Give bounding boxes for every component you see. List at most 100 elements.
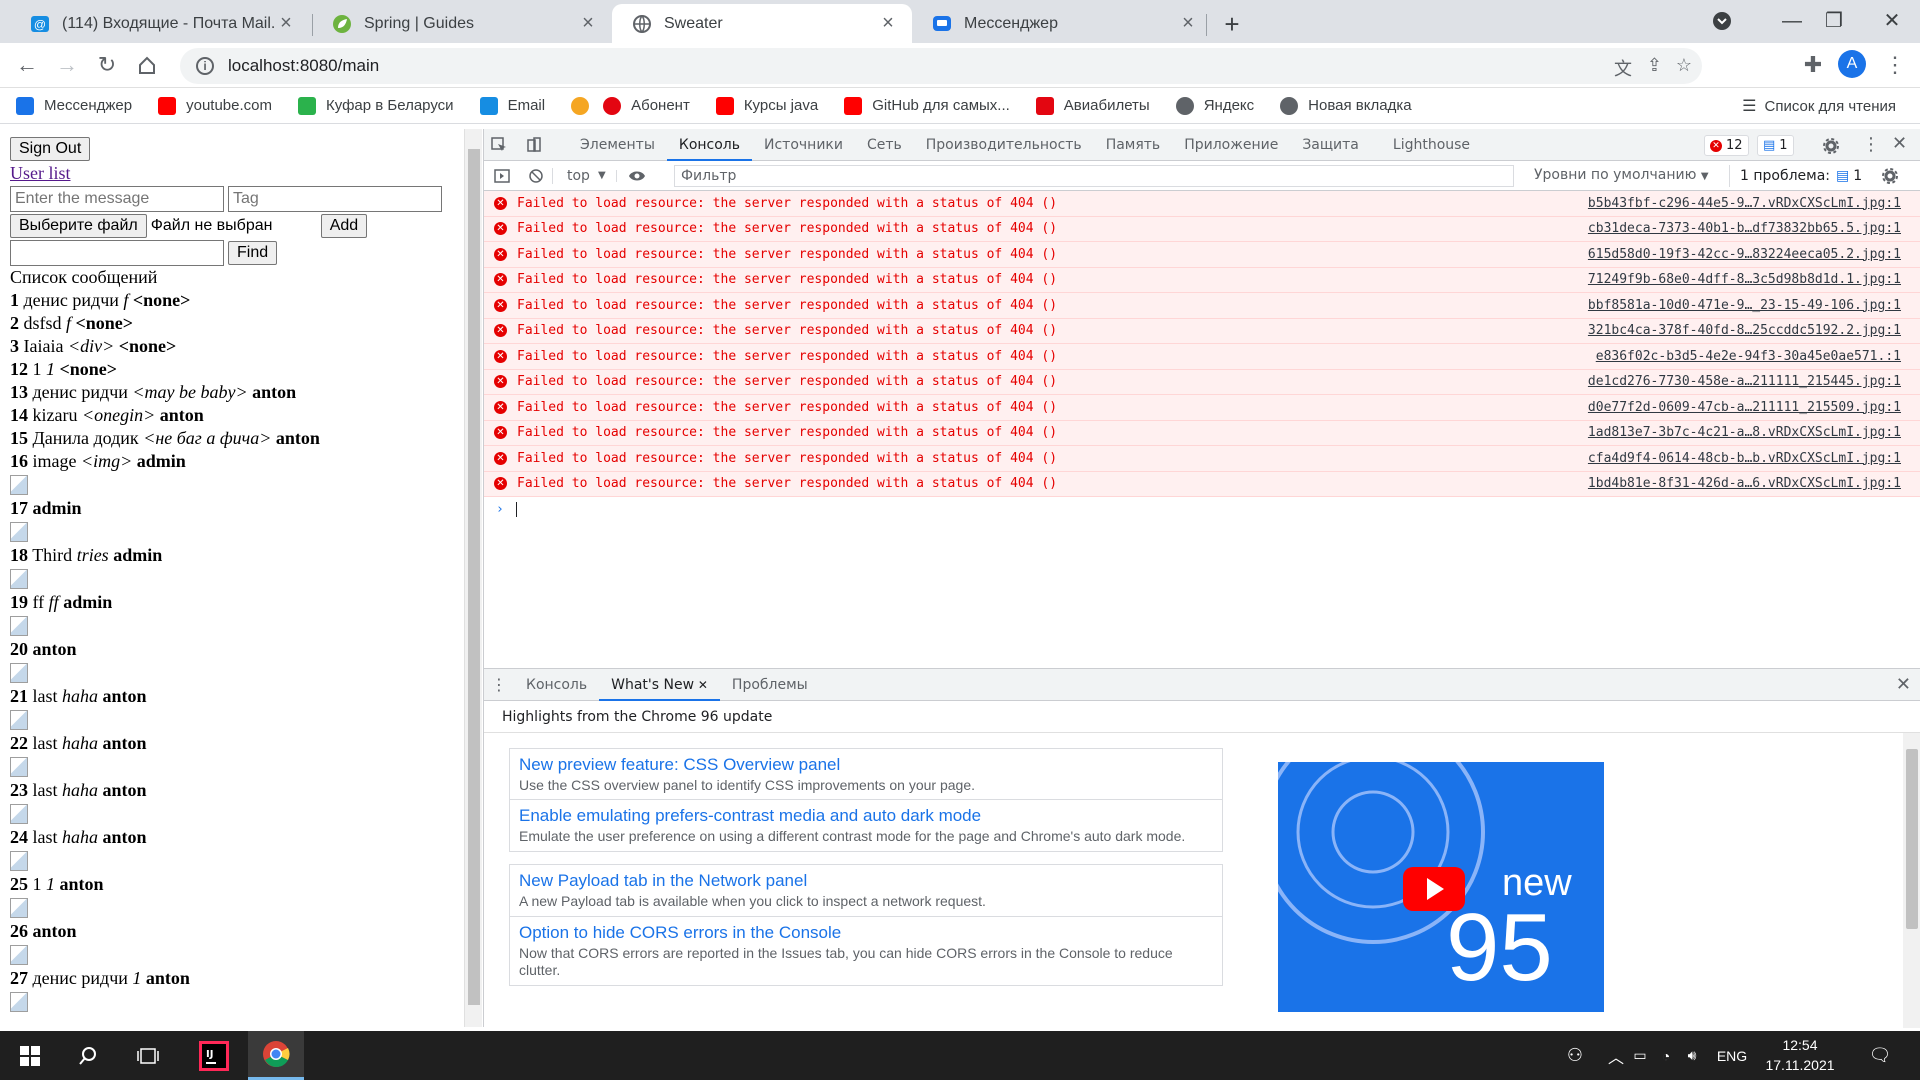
error-source-link[interactable]: 1bd4b81e-8f31-426d-a…6.vRDxCXScLmI.jpg:1 [1588, 476, 1901, 491]
error-source-link[interactable]: de1cd276-7730-458e-a…211111_215445.jpg:1 [1588, 374, 1901, 389]
home-icon[interactable] [132, 50, 162, 80]
drawer-tab[interactable]: Проблемы [720, 669, 820, 701]
find-button[interactable]: Find [228, 241, 278, 265]
close-tab-icon[interactable]: × [878, 12, 898, 35]
minimize-button[interactable]: — [1772, 6, 1812, 36]
language-indicator[interactable]: ENG [1710, 1031, 1754, 1080]
choose-file-button[interactable]: Выберите файл [10, 214, 147, 238]
error-source-link[interactable]: b5b43fbf-c296-44e5-9…7.vRDxCXScLmI.jpg:1 [1588, 196, 1901, 211]
devtools-tab[interactable]: Защита [1290, 129, 1371, 161]
bookmark-new-tab[interactable]: Новая вкладка [1280, 96, 1412, 115]
error-source-link[interactable]: 1ad813e7-3b7c-4c21-a…8.vRDxCXScLmI.jpg:1 [1588, 425, 1901, 440]
whats-new-card[interactable]: New preview feature: CSS Overview panel U… [509, 748, 1223, 801]
task-view-icon[interactable] [124, 1031, 172, 1080]
devtools-tab[interactable]: Консоль [666, 129, 752, 161]
inspect-element-icon[interactable] [484, 136, 514, 153]
devtools-tab[interactable]: Источники [752, 129, 855, 161]
wifi-icon[interactable]: ◔ [1654, 1031, 1678, 1080]
console-error-row[interactable]: ✕ Failed to load resource: the server res… [484, 318, 1920, 344]
translate-icon[interactable]: 文 [1614, 55, 1632, 81]
sign-out-button[interactable]: Sign Out [10, 137, 91, 161]
bookmark-github[interactable]: GitHub для самых... [844, 96, 1010, 115]
bookmark-face[interactable] [571, 96, 590, 115]
console-error-row[interactable]: ✕ Failed to load resource: the server res… [484, 293, 1920, 319]
tab-mail[interactable]: @ (114) Входящие - Почта Mail.ru × [10, 4, 310, 43]
system-clock[interactable]: 12:54 17.11.2021 [1760, 1035, 1840, 1075]
message-input[interactable] [10, 186, 224, 212]
intellij-idea-icon[interactable]: IJ [188, 1031, 240, 1080]
extensions-icon[interactable]: ✚ [1798, 50, 1828, 80]
bookmark-kufar[interactable]: Куфар в Беларуси [298, 96, 454, 115]
live-expression-eye-icon[interactable] [616, 169, 656, 182]
more-options-icon[interactable]: ⋮ [1862, 134, 1880, 155]
devtools-tab[interactable]: Lighthouse [1381, 129, 1482, 161]
clear-console-icon[interactable] [520, 168, 552, 184]
context-selector[interactable]: top ▼ [552, 167, 616, 184]
search-icon[interactable] [64, 1031, 112, 1080]
console-error-row[interactable]: ✕ Failed to load resource: the server res… [484, 446, 1920, 472]
bookmark-aviatickets[interactable]: Авиабилеты [1035, 96, 1150, 115]
scrollbar-thumb[interactable] [1906, 749, 1918, 929]
forward-icon[interactable]: → [52, 50, 82, 80]
restore-button[interactable]: ❐ [1814, 6, 1854, 36]
bookmark-yandex[interactable]: Яндекс [1175, 96, 1254, 115]
people-icon[interactable]: ⚇ [1560, 1031, 1590, 1080]
error-source-link[interactable]: e836f02c-b3d5-4e2e-94f3-30a45e0ae571.:1 [1596, 349, 1901, 364]
error-source-link[interactable]: 321bc4ca-378f-40fd-8…25ccddc5192.2.jpg:1 [1588, 323, 1901, 338]
console-error-row[interactable]: ✕ Failed to load resource: the server res… [484, 471, 1920, 497]
sidebar-toggle-icon[interactable] [484, 168, 520, 184]
menu-icon[interactable]: ⋮ [1880, 50, 1910, 80]
volume-icon[interactable]: 🔊︎ [1680, 1031, 1704, 1080]
user-list-link[interactable]: User list [10, 163, 71, 183]
console-error-row[interactable]: ✕ Failed to load resource: the server res… [484, 369, 1920, 395]
show-hidden-icons[interactable]: ︿ [1604, 1031, 1628, 1080]
close-tab-icon[interactable]: × [1178, 12, 1198, 35]
drawer-scrollbar[interactable] [1903, 733, 1920, 1028]
issues-counter[interactable]: 1 проблема: ▤ 1 [1729, 165, 1862, 187]
error-source-link[interactable]: cfa4d9f4-0614-48cb-b…b.vRDxCXScLmI.jpg:1 [1588, 451, 1901, 466]
bookmark-abonent[interactable]: Абонент [603, 96, 690, 115]
error-source-link[interactable]: cb31deca-7373-40b1-b…df73832bb65.5.jpg:1 [1588, 221, 1901, 236]
drawer-tab[interactable]: Консоль [514, 669, 599, 701]
console-error-row[interactable]: ✕ Failed to load resource: the server res… [484, 216, 1920, 242]
new-tab-button[interactable]: + [1217, 9, 1247, 40]
filter-input[interactable] [10, 240, 224, 266]
reload-icon[interactable]: ↻ [92, 50, 122, 80]
bookmark-java-courses[interactable]: Курсы java [715, 96, 818, 115]
address-bar[interactable]: i localhost:8080/main 文 ⇪ ☆ [180, 48, 1702, 84]
page-scrollbar[interactable] [464, 129, 482, 1027]
tag-input[interactable] [228, 186, 442, 212]
devtools-tab[interactable]: Память [1094, 129, 1173, 161]
reading-list-button[interactable]: ☰ Список для чтения [1742, 96, 1896, 116]
tab-messenger[interactable]: Мессенджер × [912, 4, 1212, 43]
tab-search-icon[interactable] [1702, 6, 1742, 36]
battery-icon[interactable]: ▭ [1628, 1031, 1652, 1080]
chrome-taskbar-icon[interactable] [248, 1031, 304, 1080]
error-source-link[interactable]: d0e77f2d-0609-47cb-a…211111_215509.jpg:1 [1588, 400, 1901, 415]
log-levels-dropdown[interactable]: Уровни по умолчанию ▼ [1534, 167, 1709, 183]
console-error-row[interactable]: ✕ Failed to load resource: the server res… [484, 420, 1920, 446]
devtools-tab[interactable]: Элементы [568, 129, 667, 161]
whats-new-card[interactable]: New Payload tab in the Network panel A ne… [509, 864, 1223, 917]
console-error-row[interactable]: ✕ Failed to load resource: the server res… [484, 242, 1920, 268]
message-count-badge[interactable]: ▤ 1 [1757, 135, 1794, 156]
whats-new-card[interactable]: Option to hide CORS errors in the Consol… [509, 916, 1223, 986]
console-settings-icon[interactable] [1881, 167, 1899, 185]
error-source-link[interactable]: 71249f9b-68e0-4dff-8…3c5d98b8d1d.1.jpg:1 [1588, 272, 1901, 287]
windows-start-icon[interactable] [6, 1031, 54, 1080]
settings-icon[interactable] [1822, 137, 1840, 155]
devtools-tab[interactable]: Производительность [914, 129, 1094, 161]
card-title[interactable]: New preview feature: CSS Overview panel [519, 755, 1213, 775]
close-tab-icon[interactable]: × [276, 12, 296, 35]
card-title[interactable]: Option to hide CORS errors in the Consol… [519, 923, 1213, 943]
notifications-icon[interactable]: 🗨︎ [1860, 1031, 1900, 1080]
close-drawer-icon[interactable]: ✕ [1896, 674, 1911, 695]
card-title[interactable]: Enable emulating prefers-contrast media … [519, 806, 1213, 826]
console-filter-input[interactable]: Фильтр [674, 165, 1514, 187]
devtools-tab[interactable]: Сеть [855, 129, 914, 161]
scrollbar-thumb[interactable] [468, 149, 480, 1005]
error-source-link[interactable]: bbf8581a-10d0-471e-9…_23-15-49-106.jpg:1 [1588, 298, 1901, 313]
close-window-button[interactable]: ✕ [1872, 6, 1912, 36]
back-icon[interactable]: ← [12, 50, 42, 80]
error-source-link[interactable]: 615d58d0-19f3-42cc-9…83224eeca05.2.jpg:1 [1588, 247, 1901, 262]
